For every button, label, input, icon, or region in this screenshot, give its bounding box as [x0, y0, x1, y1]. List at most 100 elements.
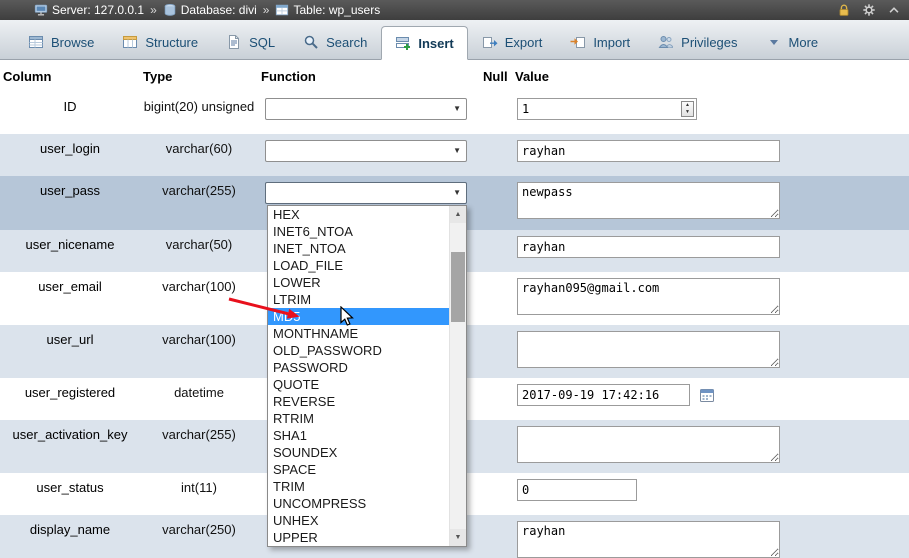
value-input-user-registered[interactable]: [517, 384, 690, 406]
dropdown-option[interactable]: UNHEX: [268, 512, 449, 529]
column-type: varchar(60): [165, 141, 233, 156]
privileges-icon: [658, 34, 674, 50]
dropdown-scrollbar[interactable]: ▲ ▼: [449, 206, 466, 546]
dropdown-option[interactable]: UNCOMPRESS: [268, 495, 449, 512]
tab-insert[interactable]: Insert: [381, 26, 468, 60]
spinner-up-icon[interactable]: ▲: [685, 102, 690, 109]
dropdown-option[interactable]: HEX: [268, 206, 449, 223]
header-null: Null: [483, 68, 508, 84]
dropdown-option[interactable]: REVERSE: [268, 393, 449, 410]
column-name: user_status: [36, 480, 104, 495]
null-cell: [480, 473, 512, 515]
tab-sql[interactable]: SQL: [212, 25, 289, 59]
tabbar: Browse Structure SQL Search Insert Expor…: [0, 20, 909, 60]
dropdown-option[interactable]: LOAD_FILE: [268, 257, 449, 274]
breadcrumb-separator: »: [262, 3, 270, 17]
lock-icon[interactable]: [837, 3, 851, 17]
spinner-down-icon[interactable]: ▼: [685, 109, 690, 116]
null-cell: [480, 92, 512, 134]
scrollbar-down-icon[interactable]: ▼: [450, 529, 466, 546]
column-name: user_registered: [24, 385, 116, 400]
tab-label: Privileges: [681, 34, 738, 50]
value-textarea-user-url[interactable]: [517, 331, 780, 368]
breadcrumb-server-label: Server: 127.0.0.1: [52, 3, 145, 17]
tab-export[interactable]: Export: [468, 25, 557, 59]
function-select[interactable]: ▼: [265, 98, 467, 120]
calendar-icon[interactable]: [699, 387, 715, 403]
tab-browse[interactable]: Browse: [14, 25, 108, 59]
tab-structure[interactable]: Structure: [108, 25, 212, 59]
value-textarea-user-activation-key[interactable]: [517, 426, 780, 463]
export-icon: [482, 34, 498, 50]
column-type: int(11): [181, 480, 217, 495]
chevron-down-icon: ▼: [453, 188, 461, 197]
column-type: varchar(255): [162, 427, 236, 442]
breadcrumb: Server: 127.0.0.1 » Database: divi » Tab…: [34, 3, 837, 17]
chevron-down-icon: ▼: [453, 104, 461, 113]
tab-privileges[interactable]: Privileges: [644, 25, 751, 59]
breadcrumb-table[interactable]: Table: wp_users: [275, 3, 380, 17]
breadcrumb-server[interactable]: Server: 127.0.0.1: [34, 3, 144, 17]
header-column: Column: [3, 68, 52, 84]
table-row-user-login: user_login varchar(60) ▼: [0, 134, 909, 176]
dropdown-option[interactable]: LTRIM: [268, 291, 449, 308]
null-cell: [480, 272, 512, 325]
tab-search[interactable]: Search: [289, 25, 381, 59]
dropdown-option[interactable]: UPPER: [268, 529, 449, 546]
value-input-user-login[interactable]: [517, 140, 780, 162]
dropdown-option[interactable]: RTRIM: [268, 410, 449, 427]
sql-icon: [226, 34, 242, 50]
column-name: user_url: [46, 332, 94, 347]
function-select-open[interactable]: ▼: [265, 182, 467, 204]
null-cell: [480, 515, 512, 558]
dropdown-option[interactable]: LOWER: [268, 274, 449, 291]
dropdown-option[interactable]: QUOTE: [268, 376, 449, 393]
dropdown-option[interactable]: SOUNDEX: [268, 444, 449, 461]
collapse-icon[interactable]: [887, 3, 901, 17]
number-spinner[interactable]: ▲ ▼: [681, 101, 694, 117]
column-name: display_name: [29, 522, 111, 537]
column-type: varchar(255): [162, 183, 236, 198]
null-cell: [480, 230, 512, 272]
function-select[interactable]: ▼: [265, 140, 467, 162]
dropdown-option[interactable]: INET_NTOA: [268, 240, 449, 257]
import-icon: [570, 34, 586, 50]
tab-import[interactable]: Import: [556, 25, 644, 59]
value-input-user-nicename[interactable]: [517, 236, 780, 258]
structure-icon: [122, 34, 138, 50]
value-input-id[interactable]: [517, 98, 697, 120]
column-name: ID: [63, 99, 77, 114]
insert-icon: [395, 35, 411, 51]
database-icon: [163, 3, 177, 17]
header-type: Type: [143, 68, 173, 84]
dropdown-option[interactable]: MONTHNAME: [268, 325, 449, 342]
dropdown-option[interactable]: TRIM: [268, 478, 449, 495]
dropdown-option[interactable]: SHA1: [268, 427, 449, 444]
value-textarea-user-pass[interactable]: newpass: [517, 182, 780, 219]
tab-label: Export: [504, 34, 543, 50]
dropdown-option-md5-highlighted[interactable]: MD5: [268, 308, 449, 325]
dropdown-option[interactable]: OLD_PASSWORD: [268, 342, 449, 359]
breadcrumb-database-label: Database: divi: [180, 3, 257, 17]
tab-more[interactable]: More: [752, 25, 833, 59]
scrollbar-thumb[interactable]: [451, 252, 465, 322]
column-name: user_nicename: [25, 237, 115, 252]
tab-label: Browse: [51, 34, 95, 50]
dropdown-option[interactable]: PASSWORD: [268, 359, 449, 376]
null-cell: [480, 420, 512, 473]
column-type: bigint(20) unsigned: [143, 99, 255, 114]
dropdown-option[interactable]: INET6_NTOA: [268, 223, 449, 240]
null-cell: [480, 176, 512, 230]
value-textarea-display-name[interactable]: rayhan: [517, 521, 780, 558]
breadcrumb-database[interactable]: Database: divi: [163, 3, 257, 17]
column-type: varchar(50): [165, 237, 233, 252]
table-row-id: ID bigint(20) unsigned ▼ ▲▼: [0, 92, 909, 134]
scrollbar-up-icon[interactable]: ▲: [450, 206, 466, 223]
function-dropdown-items: HEX INET6_NTOA INET_NTOA LOAD_FILE LOWER…: [268, 206, 449, 546]
null-cell: [480, 325, 512, 378]
column-type: datetime: [174, 385, 224, 400]
value-textarea-user-email[interactable]: rayhan095@gmail.com: [517, 278, 780, 315]
gear-icon[interactable]: [862, 3, 876, 17]
value-input-user-status[interactable]: [517, 479, 637, 501]
dropdown-option[interactable]: SPACE: [268, 461, 449, 478]
